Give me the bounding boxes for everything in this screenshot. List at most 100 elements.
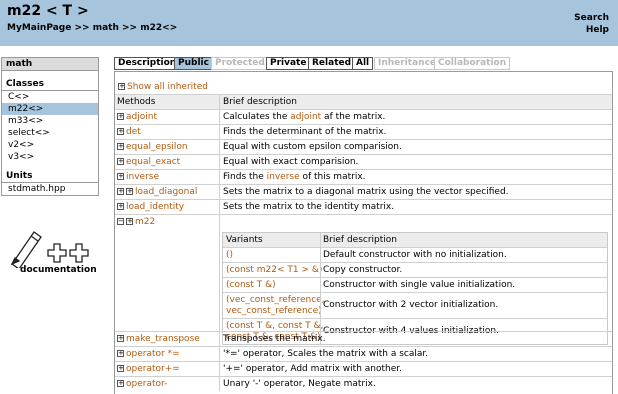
variant-link[interactable]: (vec_const_reference, vec_const_reference… bbox=[226, 295, 325, 317]
method-link[interactable]: load_diagonal bbox=[135, 187, 197, 197]
table-row: + adjoint Calculates the adjoint af the m… bbox=[115, 109, 612, 124]
methods-table: Methods Brief description + adjoint Calcu… bbox=[115, 94, 612, 391]
variant-description: Constructor with 2 vector initialization… bbox=[323, 300, 499, 310]
method-description: '+=' operator, Add matrix with another. bbox=[223, 364, 402, 374]
variant-link[interactable]: (const m22< T1 > &) bbox=[226, 265, 322, 276]
table-row: + make_transpose Transposes the matrix. bbox=[115, 331, 612, 346]
method-link[interactable]: adjoint bbox=[126, 112, 157, 122]
variant-description: Constructor with single value initializa… bbox=[323, 280, 516, 290]
method-link[interactable]: make_transpose bbox=[126, 334, 200, 344]
method-link[interactable]: load_identity bbox=[126, 202, 184, 212]
sidebar-item-unit[interactable]: stdmath.hpp bbox=[2, 183, 98, 195]
help-link[interactable]: Help bbox=[574, 24, 609, 36]
expand-icon[interactable]: + bbox=[118, 83, 125, 90]
method-description: Finds the determinant of the matrix. bbox=[223, 127, 387, 137]
breadcrumb-separator: >> bbox=[74, 23, 90, 33]
expand-icon[interactable]: + bbox=[117, 113, 124, 120]
method-link[interactable]: inverse bbox=[126, 172, 159, 182]
tab-protected: Protected bbox=[211, 57, 269, 70]
breadcrumb-item-main[interactable]: MyMainPage bbox=[7, 23, 71, 33]
page-title: m22 < T > bbox=[7, 3, 89, 19]
sidebar-item-class[interactable]: select<> bbox=[2, 127, 98, 139]
variant-row: (vec_const_reference, vec_const_reference… bbox=[223, 292, 607, 318]
table-row: + det Finds the determinant of the matrix… bbox=[115, 124, 612, 139]
breadcrumb-item-math[interactable]: math bbox=[93, 23, 119, 33]
breadcrumb-separator: >> bbox=[122, 23, 138, 33]
variant-link[interactable]: () bbox=[226, 250, 233, 261]
method-description: Unary '-' operator, Negate matrix. bbox=[223, 379, 376, 389]
tab-public[interactable]: Public bbox=[174, 57, 213, 70]
expand-icon[interactable]: + bbox=[117, 188, 124, 195]
method-link[interactable]: det bbox=[126, 127, 141, 137]
method-description: Equal with exact comparision. bbox=[223, 157, 359, 167]
variants-desc-header: Brief description bbox=[323, 235, 397, 245]
tab-description[interactable]: Description bbox=[114, 57, 181, 70]
sidebar-title[interactable]: math bbox=[2, 58, 98, 71]
expand-icon[interactable]: + bbox=[117, 143, 124, 150]
method-link[interactable]: operator+= bbox=[126, 364, 180, 374]
sidebar-item-class-selected[interactable]: m22<> bbox=[2, 103, 98, 115]
variant-row: (const m22< T1 > &) Copy constructor. bbox=[223, 262, 607, 277]
units-heading: Units bbox=[2, 171, 98, 183]
variant-link[interactable]: (const T &) bbox=[226, 280, 276, 291]
expand-icon[interactable]: + bbox=[126, 218, 133, 225]
inline-link[interactable]: adjoint bbox=[290, 112, 321, 122]
table-row: + equal_exact Equal with exact comparisio… bbox=[115, 154, 612, 169]
variant-description: Default constructor with no initializati… bbox=[323, 250, 507, 260]
sidebar-item-class[interactable]: v2<> bbox=[2, 139, 98, 151]
method-description: Sets the matrix to a diagonal matrix usi… bbox=[223, 187, 509, 197]
inline-link[interactable]: inverse bbox=[267, 172, 300, 182]
expand-icon[interactable]: + bbox=[117, 335, 124, 342]
tab-all[interactable]: All bbox=[352, 57, 374, 70]
variant-row: () Default constructor with no initializ… bbox=[223, 247, 607, 262]
table-row: + inverse Finds the inverse of this matri… bbox=[115, 169, 612, 184]
method-description: '*=' operator, Scales the matrix with a … bbox=[223, 349, 429, 359]
variants-col-header: Variants bbox=[226, 235, 263, 245]
tab-inheritance: Inheritance bbox=[374, 57, 441, 70]
expand-icon[interactable]: + bbox=[117, 380, 124, 387]
method-link[interactable]: operator *= bbox=[126, 349, 180, 359]
method-link[interactable]: equal_epsilon bbox=[126, 142, 188, 152]
tab-private[interactable]: Private bbox=[266, 57, 311, 70]
search-link[interactable]: Search bbox=[574, 12, 609, 24]
table-row: + operator *= '*=' operator, Scales the m… bbox=[115, 346, 612, 361]
table-row: + operator+= '+=' operator, Add matrix wi… bbox=[115, 361, 612, 376]
method-link[interactable]: equal_exact bbox=[126, 157, 180, 167]
documentation-label: documentation bbox=[20, 265, 97, 275]
breadcrumb-item-current: m22<> bbox=[140, 23, 178, 33]
expand-icon[interactable]: + bbox=[126, 188, 133, 195]
table-row-expanded: − + m22 Variants Brief description () Defa… bbox=[115, 214, 612, 345]
tab-related[interactable]: Related bbox=[308, 57, 356, 70]
documentation-badge: documentation bbox=[8, 228, 98, 276]
sidebar: math Classes C<> m22<> m33<> select<> v2… bbox=[1, 57, 99, 196]
sidebar-item-class[interactable]: m33<> bbox=[2, 115, 98, 127]
page-header: m22 < T > MyMainPage >> math >> m22<> Se… bbox=[0, 0, 618, 46]
method-description: Calculates the adjoint af the matrix. bbox=[223, 112, 386, 122]
expand-icon[interactable]: + bbox=[117, 350, 124, 357]
expand-icon[interactable]: + bbox=[117, 173, 124, 180]
variants-header: Variants Brief description bbox=[223, 233, 607, 247]
show-all-label[interactable]: Show all inherited bbox=[127, 82, 208, 92]
variant-description: Copy constructor. bbox=[323, 265, 403, 275]
method-description: Transposes the matrix. bbox=[223, 334, 326, 344]
expand-icon[interactable]: + bbox=[117, 128, 124, 135]
table-row: + equal_epsilon Equal with custom epsilon… bbox=[115, 139, 612, 154]
expand-icon[interactable]: + bbox=[117, 365, 124, 372]
method-link[interactable]: operator- bbox=[126, 379, 167, 389]
method-description: Sets the matrix to the identity matrix. bbox=[223, 202, 395, 212]
collapse-icon[interactable]: − bbox=[117, 218, 124, 225]
expand-icon[interactable]: + bbox=[117, 203, 124, 210]
method-description: Equal with custom epsilon comparision. bbox=[223, 142, 402, 152]
method-link[interactable]: m22 bbox=[135, 217, 155, 227]
variants-table: Variants Brief description () Default co… bbox=[222, 232, 608, 345]
sidebar-item-class[interactable]: v3<> bbox=[2, 151, 98, 163]
method-description: Finds the inverse of this matrix. bbox=[223, 172, 366, 182]
members-panel: + Show all inherited Methods Brief descri… bbox=[114, 71, 613, 394]
table-row: + + load_diagonal Sets the matrix to a dia… bbox=[115, 184, 612, 199]
methods-header: Methods bbox=[117, 97, 156, 107]
expand-icon[interactable]: + bbox=[117, 158, 124, 165]
show-all-inherited[interactable]: + Show all inherited bbox=[118, 82, 208, 94]
variant-row: (const T &) Constructor with single valu… bbox=[223, 277, 607, 292]
sidebar-item-class[interactable]: C<> bbox=[2, 91, 98, 103]
description-header: Brief description bbox=[223, 97, 297, 107]
